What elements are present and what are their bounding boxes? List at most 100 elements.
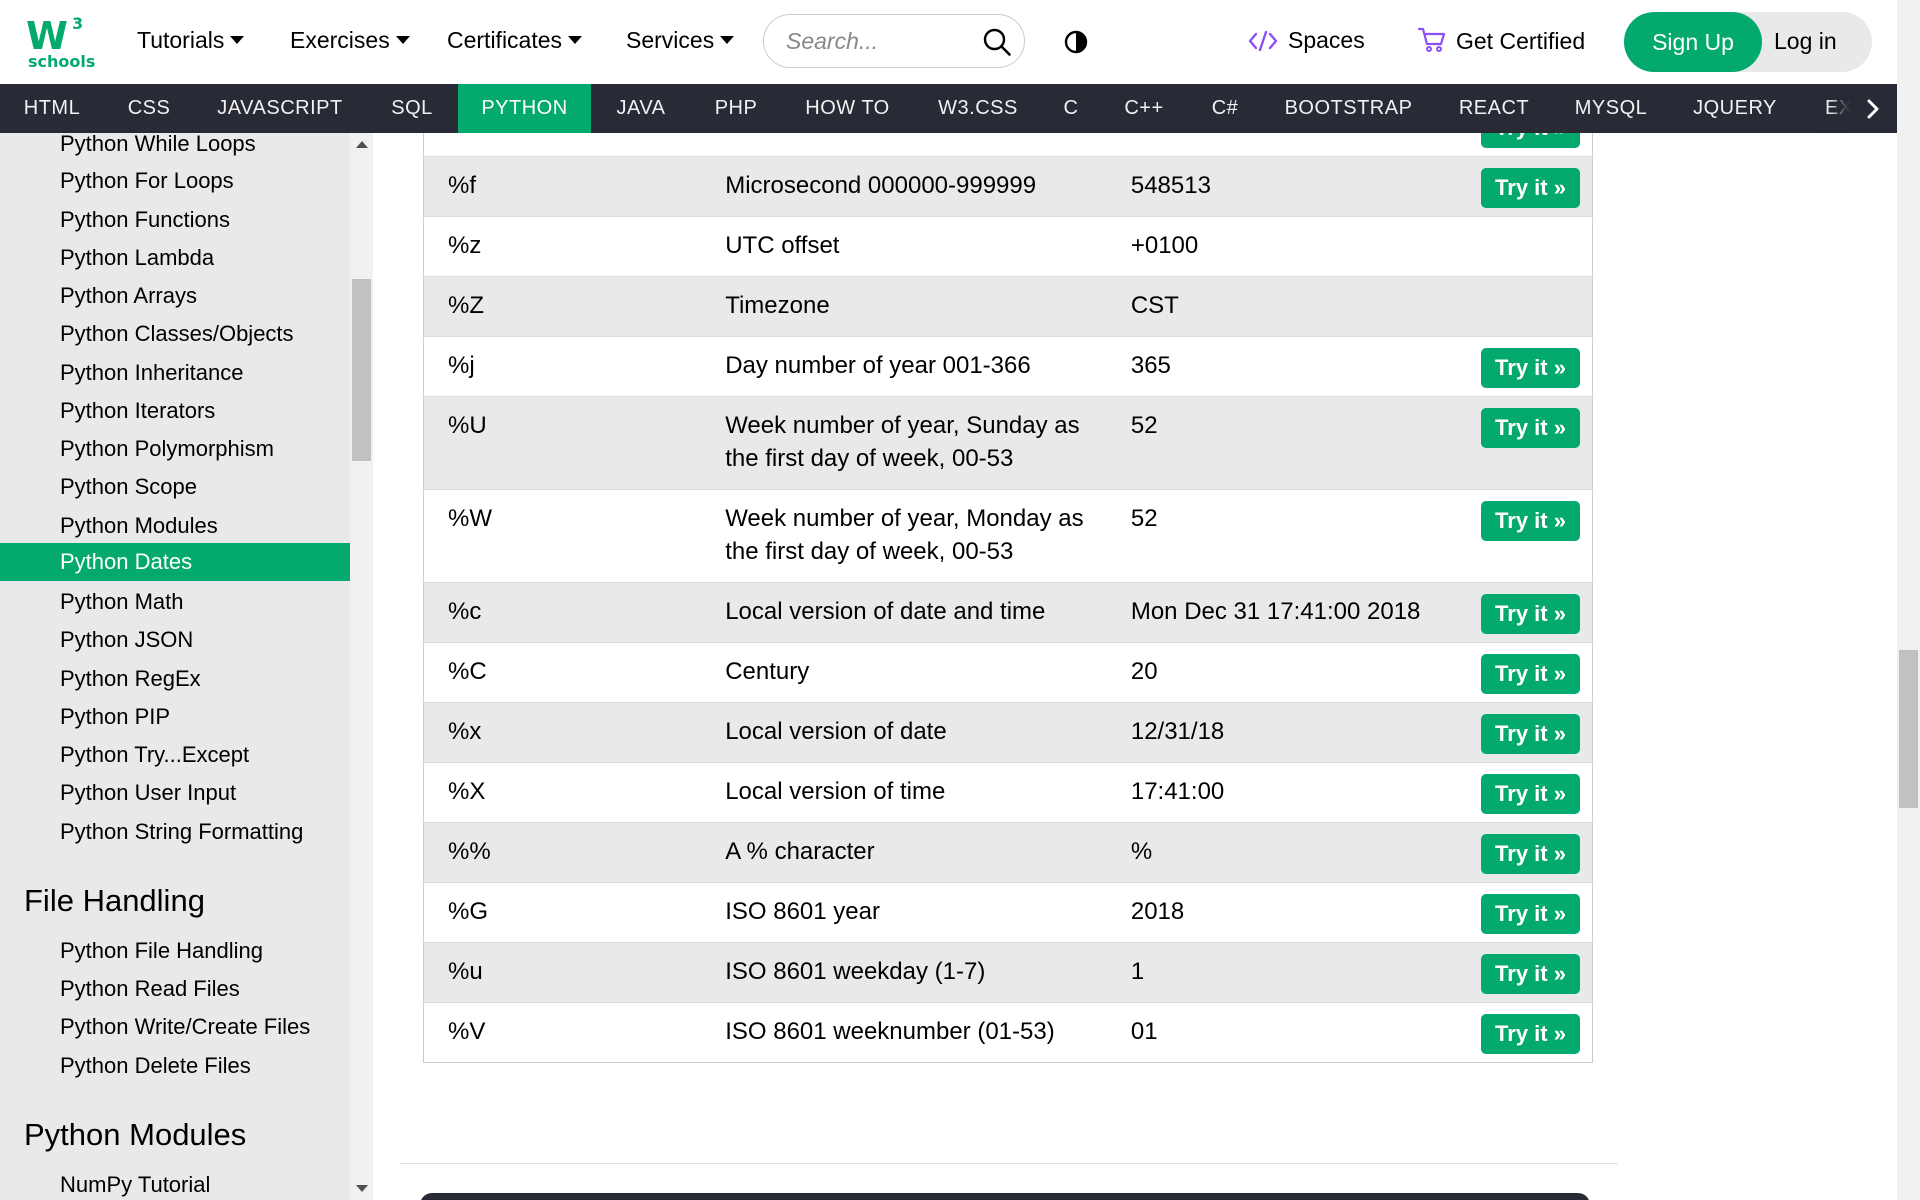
sidebar-scrollbar-thumb[interactable] [352,279,371,461]
sidebar-item-numpy-tutorial[interactable]: NumPy Tutorial [60,1172,210,1198]
example-cell: 52 [1130,412,1158,439]
directive-cell: %Z [448,292,484,319]
subnav-item-php[interactable]: PHP [691,84,781,133]
try-it-button[interactable]: Try it » [1481,133,1580,148]
page-scrollbar[interactable] [1897,0,1920,1200]
sidebar-item-modules[interactable]: Python Modules [60,513,218,539]
try-cell: Try it » [1457,397,1593,490]
spaces-link[interactable]: Spaces [1248,27,1365,54]
sidebar-item-polymorphism[interactable]: Python Polymorphism [60,436,274,462]
example-cell: 52 [1130,505,1158,532]
try-it-button[interactable]: Try it » [1481,168,1580,208]
try-it-button[interactable]: Try it » [1481,954,1580,994]
table-row: %V ISO 8601 weeknumber (01-53) 01 Try it » [423,1002,1593,1063]
sidebar-item-for-loops[interactable]: Python For Loops [60,168,234,194]
sidebar-item-scope[interactable]: Python Scope [60,474,197,500]
try-it-button[interactable]: Try it » [1481,1014,1580,1054]
nav-certificates-dropdown[interactable]: Certificates [447,27,583,54]
subnav-item-jquery[interactable]: JQUERY [1669,84,1801,133]
example-cell: % [1130,838,1153,865]
scroll-down-arrow-icon[interactable] [356,1185,368,1192]
sidebar-item-json[interactable]: Python JSON [60,627,193,653]
description-cell: Microsecond 000000-999999 [725,172,1037,199]
sidebar-item-user-input[interactable]: Python User Input [60,780,236,806]
try-it-button[interactable]: Try it » [1481,348,1580,388]
description-cell: Local version of date and time [725,598,1046,625]
subnav-item-react[interactable]: REACT [1435,84,1553,133]
spaces-label: Spaces [1288,27,1365,53]
w3schools-logo[interactable]: W 3 schools [26,14,95,71]
search-icon[interactable] [982,27,1012,57]
try-it-button[interactable]: Try it » [1481,594,1580,634]
subnav-item-w3css[interactable]: W3.CSS [914,84,1042,133]
sidebar-item-iterators[interactable]: Python Iterators [60,398,215,424]
directive-cell: %S [424,133,702,157]
try-it-button[interactable]: Try it » [1481,654,1580,694]
sidebar-scrollbar[interactable] [350,133,373,1200]
log-in-button[interactable]: Log in [1774,28,1837,55]
description-cell: Local version of date [725,718,947,745]
table-row: %z UTC offset +0100 [423,216,1593,277]
subnav-item-c[interactable]: C [1042,84,1100,133]
subnav-item-javascript[interactable]: JAVASCRIPT [194,84,366,133]
sidebar-item-math[interactable]: Python Math [60,589,184,615]
sidebar-item-write-create-files[interactable]: Python Write/Create Files [60,1014,310,1040]
description-cell: ISO 8601 weeknumber (01-53) [725,1018,1055,1045]
sign-up-button[interactable]: Sign Up [1624,12,1762,72]
sidebar-item-classes-objects[interactable]: Python Classes/Objects [60,321,294,347]
sidebar-item-try-except[interactable]: Python Try...Except [60,742,249,768]
try-it-button[interactable]: Try it » [1481,774,1580,814]
description-cell: Timezone [725,292,830,319]
try-it-button[interactable]: Try it » [1481,894,1580,934]
scroll-up-arrow-icon[interactable] [356,141,368,148]
sidebar-item-pip[interactable]: Python PIP [60,704,170,730]
directive-cell: %u [448,958,483,985]
table-row: %% A % character% Try it » [423,822,1593,883]
code-icon [1248,30,1278,52]
subnav-item-mysql[interactable]: MYSQL [1553,84,1669,133]
directive-cell: %j [448,352,475,379]
subnav-item-how-to[interactable]: HOW TO [781,84,914,133]
page-scrollbar-thumb[interactable] [1899,650,1918,808]
try-it-button[interactable]: Try it » [1481,408,1580,448]
search-input[interactable] [786,27,966,55]
caret-down-icon [230,36,245,44]
sidebar-item-regex[interactable]: Python RegEx [60,666,201,692]
directive-cell: %X [448,778,486,805]
sidebar-item-string-formatting[interactable]: Python String Formatting [60,819,303,845]
description-cell: Week number of year, Sunday as the first… [725,412,1080,472]
sidebar-item-lambda[interactable]: Python Lambda [60,245,214,271]
nav-exercises-dropdown[interactable]: Exercises [290,27,410,54]
try-it-button[interactable]: Try it » [1481,834,1580,874]
subnav-item-css[interactable]: CSS [104,84,194,133]
subnav-item-python[interactable]: PYTHON [458,84,591,133]
directive-cell: %U [448,412,487,439]
subnav-item-java[interactable]: JAVA [591,84,691,133]
try-it-button[interactable]: Try it » [1481,501,1580,541]
contrast-toggle-icon[interactable] [1064,30,1088,54]
subnav-scroll-right-button[interactable] [1851,84,1897,133]
get-certified-link[interactable]: Get Certified [1417,27,1585,55]
subnav-item-bootstrap[interactable]: BOOTSTRAP [1262,84,1435,133]
sidebar-item-file-handling[interactable]: Python File Handling [60,938,263,964]
nav-tutorials-dropdown[interactable]: Tutorials [137,27,245,54]
subnav-item-cpp[interactable]: C++ [1100,84,1188,133]
sidebar-item-dates[interactable]: Python Dates [0,543,350,581]
chevron-right-icon [1867,99,1879,119]
sidebar-item-delete-files[interactable]: Python Delete Files [60,1053,251,1079]
directive-cell: %C [448,658,487,685]
sidebar-item-while-loops[interactable]: Python While Loops [60,133,256,157]
sidebar-item-functions[interactable]: Python Functions [60,207,230,233]
subnav-item-csharp[interactable]: C# [1188,84,1262,133]
example-cell: +0100 [1130,232,1199,259]
example-cell: 20 [1130,658,1158,685]
nav-services-dropdown[interactable]: Services [626,27,735,54]
try-it-button[interactable]: Try it » [1481,714,1580,754]
subnav-item-html[interactable]: HTML [0,84,104,133]
sidebar-item-inheritance[interactable]: Python Inheritance [60,360,243,386]
description-cell: Day number of year 001-366 [725,352,1031,379]
example-cell: 2018 [1130,898,1185,925]
sidebar-item-read-files[interactable]: Python Read Files [60,976,240,1002]
subnav-item-sql[interactable]: SQL [366,84,458,133]
sidebar-item-arrays[interactable]: Python Arrays [60,283,197,309]
